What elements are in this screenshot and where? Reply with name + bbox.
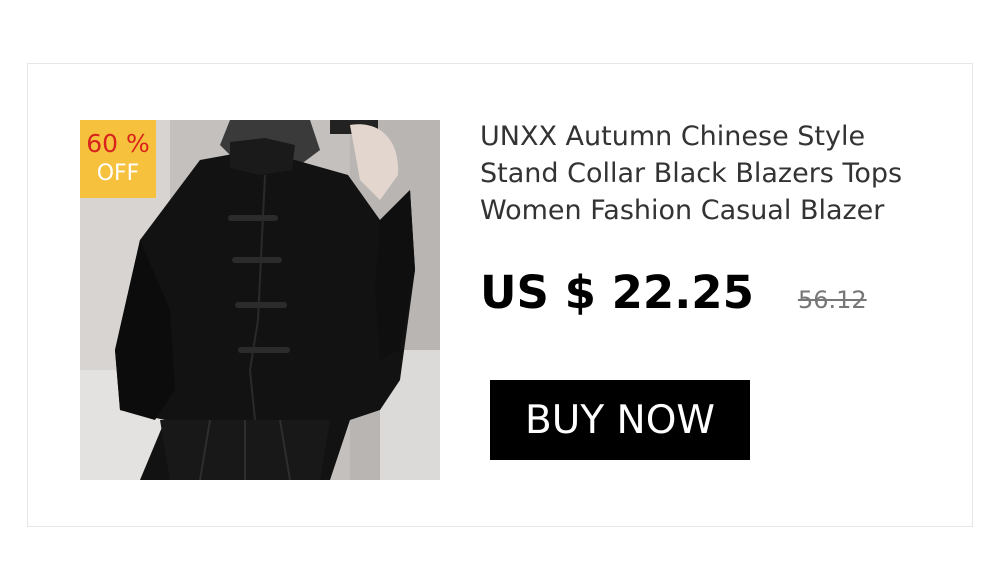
discount-badge: 60 % OFF — [80, 120, 156, 198]
product-title[interactable]: UNXX Autumn Chinese Style Stand Collar B… — [480, 118, 950, 229]
discount-off-label: OFF — [96, 161, 140, 186]
original-price: 56.12 — [797, 286, 867, 314]
current-price: US $ 22.25 — [480, 266, 754, 319]
buy-now-button[interactable]: BUY NOW — [490, 380, 750, 460]
price-row: US $ 22.25 56.12 — [480, 266, 867, 326]
discount-percent: 60 % — [86, 129, 150, 158]
